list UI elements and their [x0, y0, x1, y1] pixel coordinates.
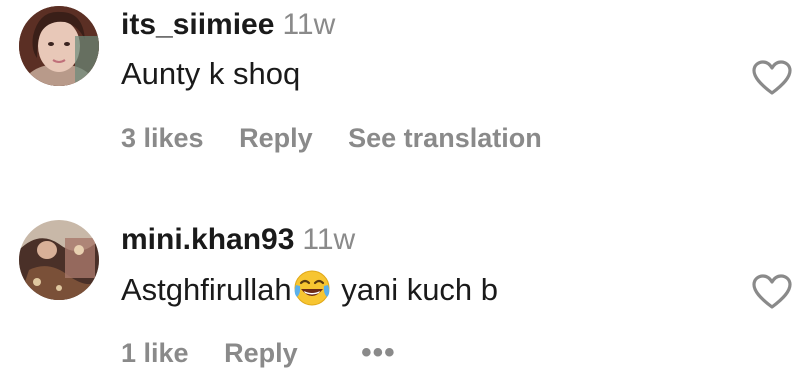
comment-text: Astghfirullah yani kuch b: [121, 269, 498, 308]
more-icon[interactable]: •••: [361, 337, 396, 369]
comment-actions: 3 likes Reply See translation: [121, 122, 542, 154]
comment-1: its_siimiee 11w Aunty k shoq 3 likes Repl…: [0, 0, 807, 190]
see-translation-button[interactable]: See translation: [348, 122, 542, 154]
face-with-tears-of-joy-icon: [293, 269, 331, 307]
heart-icon[interactable]: [752, 274, 792, 310]
comment-header: its_siimiee 11w: [121, 8, 335, 42]
reply-button[interactable]: Reply: [239, 122, 313, 154]
likes-count[interactable]: 1 like: [121, 337, 189, 369]
timestamp: 11w: [302, 223, 356, 256]
comment-text-part: Astghfirullah: [121, 272, 292, 307]
avatar[interactable]: [19, 6, 99, 86]
timestamp: 11w: [282, 8, 336, 41]
username[interactable]: its_siimiee: [121, 8, 274, 41]
comment-text: Aunty k shoq: [121, 56, 301, 91]
username[interactable]: mini.khan93: [121, 223, 294, 256]
likes-count[interactable]: 3 likes: [121, 122, 204, 154]
avatar[interactable]: [19, 220, 99, 300]
comment-text-part: yani kuch b: [332, 272, 499, 307]
reply-button[interactable]: Reply: [224, 337, 298, 369]
comment-actions: 1 like Reply •••: [121, 337, 396, 369]
heart-icon[interactable]: [752, 60, 792, 96]
comment-header: mini.khan93 11w: [121, 223, 355, 257]
